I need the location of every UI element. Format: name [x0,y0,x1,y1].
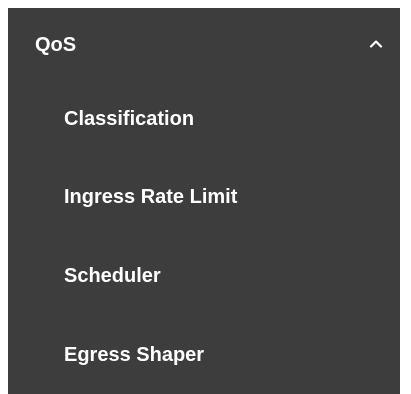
sidebar-item-label: Egress Shaper [64,344,205,366]
sidebar-section-label: QoS [35,34,77,56]
sidebar-item-label: Scheduler [64,265,161,287]
sidebar-item-classification[interactable]: Classification [8,80,400,158]
sidebar-item-label: Ingress Rate Limit [64,186,238,208]
sidebar-menu: QoS Classification Ingress Rate Limit Sc… [8,8,400,394]
chevron-up-icon[interactable] [368,36,384,52]
sidebar-item-egress-shaper[interactable]: Egress Shaper [8,316,400,394]
sidebar-section-qos[interactable]: QoS [8,8,400,80]
sidebar-item-scheduler[interactable]: Scheduler [8,237,400,315]
sidebar-item-label: Classification [64,108,195,130]
sidebar-item-ingress-rate-limit[interactable]: Ingress Rate Limit [8,158,400,236]
